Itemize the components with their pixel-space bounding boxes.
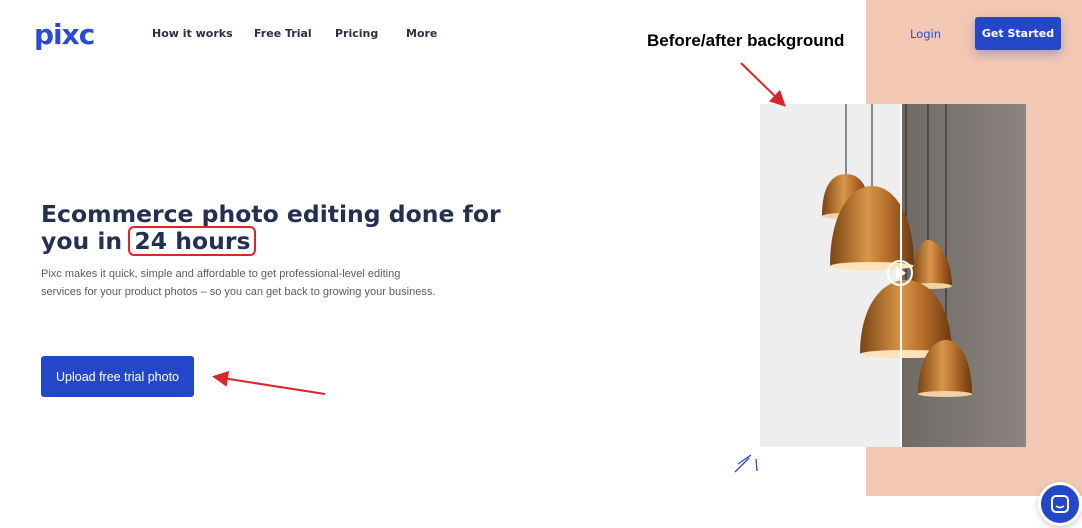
before-after-image[interactable] [760,104,1026,447]
hero-title-highlight: 24 hours [128,226,257,256]
nav-free-trial[interactable]: Free Trial [254,27,312,40]
hero-subtitle: Pixc makes it quick, simple and affordab… [41,268,436,298]
nav-pricing[interactable]: Pricing [335,27,378,40]
get-started-button[interactable]: Get Started [975,17,1061,50]
doodle-icon [734,454,758,473]
login-link[interactable]: Login [910,27,941,41]
nav-how-it-works[interactable]: How it works [152,27,233,40]
hero-title: Ecommerce photo editing done for you in … [41,202,501,256]
nav-more[interactable]: More [406,27,437,40]
chat-icon [1051,495,1069,513]
lamp-photo-icon [760,104,1026,447]
hero-title-text: Ecommerce photo editing done for you in [41,200,501,255]
arrow-to-image [740,62,786,107]
chat-button[interactable] [1038,482,1082,526]
annotation-label: Before/after background [647,31,845,50]
arrow-to-upload [212,370,326,395]
logo[interactable]: pixc [34,18,95,51]
page: pixc How it works Free Trial Pricing Mor… [0,0,1082,528]
upload-trial-button[interactable]: Upload free trial photo [41,356,194,397]
